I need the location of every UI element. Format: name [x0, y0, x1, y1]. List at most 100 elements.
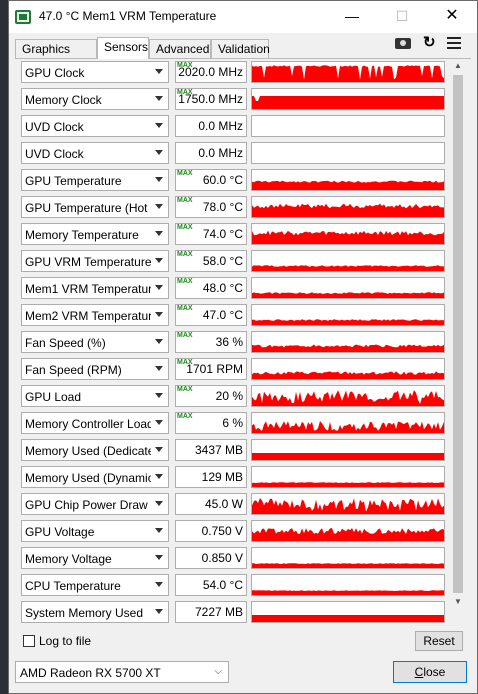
sensor-graph[interactable] [251, 304, 445, 326]
sensor-value[interactable]: 54.0 °C [175, 574, 247, 596]
sensor-graph[interactable] [251, 277, 445, 299]
sensor-name-dropdown[interactable]: Memory Used (Dedicated) [21, 439, 169, 461]
sensor-name-dropdown[interactable]: GPU Voltage [21, 520, 169, 542]
sensor-name-dropdown[interactable]: Memory Controller Load [21, 412, 169, 434]
sensor-value[interactable]: 45.0 W [175, 493, 247, 515]
tab-sensors[interactable]: Sensors [97, 37, 149, 59]
sensor-value[interactable]: MAX 58.0 °C [175, 250, 247, 272]
sensor-value-text: 54.0 °C [202, 578, 243, 592]
minimize-button[interactable]: — [329, 1, 375, 33]
sensor-name-dropdown[interactable]: GPU Temperature (Hot Spot) [21, 196, 169, 218]
sensor-name-dropdown[interactable]: System Memory Used [21, 601, 169, 623]
reset-button[interactable]: Reset [415, 631, 463, 651]
scroll-up-arrow-icon[interactable]: ▲ [451, 59, 465, 73]
sensor-name-dropdown[interactable]: GPU Temperature [21, 169, 169, 191]
sensor-graph[interactable] [251, 223, 445, 245]
sensor-name: GPU Voltage [25, 525, 95, 539]
menu-icon[interactable] [447, 37, 461, 49]
sensor-value[interactable]: MAX 1701 RPM [175, 358, 247, 380]
sensor-name-dropdown[interactable]: GPU Clock [21, 61, 169, 83]
sensor-value-text: 1701 RPM [186, 362, 243, 376]
sensor-name-dropdown[interactable]: GPU Load [21, 385, 169, 407]
log-to-file-checkbox[interactable] [23, 635, 35, 647]
sensor-name-dropdown[interactable]: Mem1 VRM Temperature [21, 277, 169, 299]
sensor-value[interactable]: MAX 20 % [175, 385, 247, 407]
sensor-value[interactable]: MAX 48.0 °C [175, 277, 247, 299]
sensor-graph[interactable] [251, 547, 445, 569]
sensor-value[interactable]: MAX 74.0 °C [175, 223, 247, 245]
sensor-value[interactable]: 129 MB [175, 466, 247, 488]
vertical-scrollbar[interactable]: ▲ ▼ [451, 59, 465, 609]
scrollbar-thumb[interactable] [453, 75, 463, 593]
sensor-graph[interactable] [251, 142, 445, 164]
sensor-name-dropdown[interactable]: Memory Voltage [21, 547, 169, 569]
sensor-value[interactable]: 0.850 V [175, 547, 247, 569]
sensor-name-dropdown[interactable]: Mem2 VRM Temperature [21, 304, 169, 326]
sensor-graph[interactable] [251, 493, 445, 515]
sensor-graph-plot [252, 390, 444, 406]
sensor-graph[interactable] [251, 61, 445, 83]
window-title: 47.0 °C Mem1 VRM Temperature [39, 9, 217, 23]
refresh-icon[interactable]: ↻ [423, 35, 436, 51]
sensor-name-dropdown[interactable]: UVD Clock [21, 142, 169, 164]
sensor-name-dropdown[interactable]: Memory Temperature [21, 223, 169, 245]
sensor-value-text: 48.0 °C [202, 281, 243, 295]
sensor-value[interactable]: MAX 36 % [175, 331, 247, 353]
close-window-button[interactable]: ✕ [429, 1, 475, 33]
sensor-name-dropdown[interactable]: Memory Clock [21, 88, 169, 110]
sensor-value[interactable]: MAX 6 % [175, 412, 247, 434]
chevron-down-icon [155, 420, 163, 425]
sensor-graph-area [252, 390, 444, 406]
sensor-name-dropdown[interactable]: CPU Temperature [21, 574, 169, 596]
sensor-name-dropdown[interactable]: GPU VRM Temperature [21, 250, 169, 272]
sensor-name-dropdown[interactable]: Fan Speed (%) [21, 331, 169, 353]
sensor-value[interactable]: MAX 2020.0 MHz [175, 61, 247, 83]
sensor-graph[interactable] [251, 520, 445, 542]
tab-advanced[interactable]: Advanced [149, 39, 211, 59]
sensor-value[interactable]: MAX 47.0 °C [175, 304, 247, 326]
sensor-graph[interactable] [251, 385, 445, 407]
sensor-value[interactable]: 0.750 V [175, 520, 247, 542]
sensor-graph[interactable] [251, 574, 445, 596]
sensor-row: GPU Clock MAX 2020.0 MHz [21, 61, 451, 85]
sensor-row: Memory Used (Dynamic) 129 MB [21, 466, 451, 490]
sensor-graph[interactable] [251, 412, 445, 434]
sensor-graph[interactable] [251, 169, 445, 191]
sensor-value[interactable]: MAX 60.0 °C [175, 169, 247, 191]
chevron-down-icon [155, 150, 163, 155]
sensor-graph[interactable] [251, 466, 445, 488]
sensor-value[interactable]: MAX 1750.0 MHz [175, 88, 247, 110]
sensor-name: Memory Used (Dynamic) [25, 471, 151, 485]
gpu-selector[interactable]: AMD Radeon RX 5700 XT ⌵ [15, 661, 229, 683]
maximize-button[interactable]: ☐ [379, 1, 425, 33]
sensor-value[interactable]: 7227 MB [175, 601, 247, 623]
chevron-down-icon [155, 258, 163, 263]
tab-validation[interactable]: Validation [211, 39, 270, 59]
sensor-graph-area [252, 292, 444, 298]
chevron-down-icon [155, 123, 163, 128]
sensor-graph[interactable] [251, 439, 445, 461]
tab-graphics-card[interactable]: Graphics Card [15, 39, 97, 75]
sensor-graph[interactable] [251, 250, 445, 272]
sensor-name-dropdown[interactable]: UVD Clock [21, 115, 169, 137]
sensor-name: Fan Speed (%) [25, 336, 106, 350]
sensor-value[interactable]: MAX 78.0 °C [175, 196, 247, 218]
sensor-graph[interactable] [251, 196, 445, 218]
sensor-row: Memory Controller Load MAX 6 % [21, 412, 451, 436]
sensor-graph-area [252, 482, 444, 487]
sensor-graph[interactable] [251, 88, 445, 110]
sensor-value[interactable]: 0.0 MHz [175, 142, 247, 164]
sensor-name-dropdown[interactable]: GPU Chip Power Draw [21, 493, 169, 515]
sensor-name-dropdown[interactable]: Fan Speed (RPM) [21, 358, 169, 380]
sensor-graph[interactable] [251, 331, 445, 353]
scroll-down-arrow-icon[interactable]: ▼ [451, 595, 465, 609]
sensor-graph[interactable] [251, 115, 445, 137]
title-bar[interactable]: 47.0 °C Mem1 VRM Temperature — ☐ ✕ [9, 1, 477, 33]
close-button[interactable]: Close [393, 661, 467, 683]
sensor-value[interactable]: 0.0 MHz [175, 115, 247, 137]
sensor-value[interactable]: 3437 MB [175, 439, 247, 461]
sensor-name-dropdown[interactable]: Memory Used (Dynamic) [21, 466, 169, 488]
camera-icon[interactable] [395, 38, 411, 49]
sensor-graph[interactable] [251, 358, 445, 380]
sensor-graph[interactable] [251, 601, 445, 623]
